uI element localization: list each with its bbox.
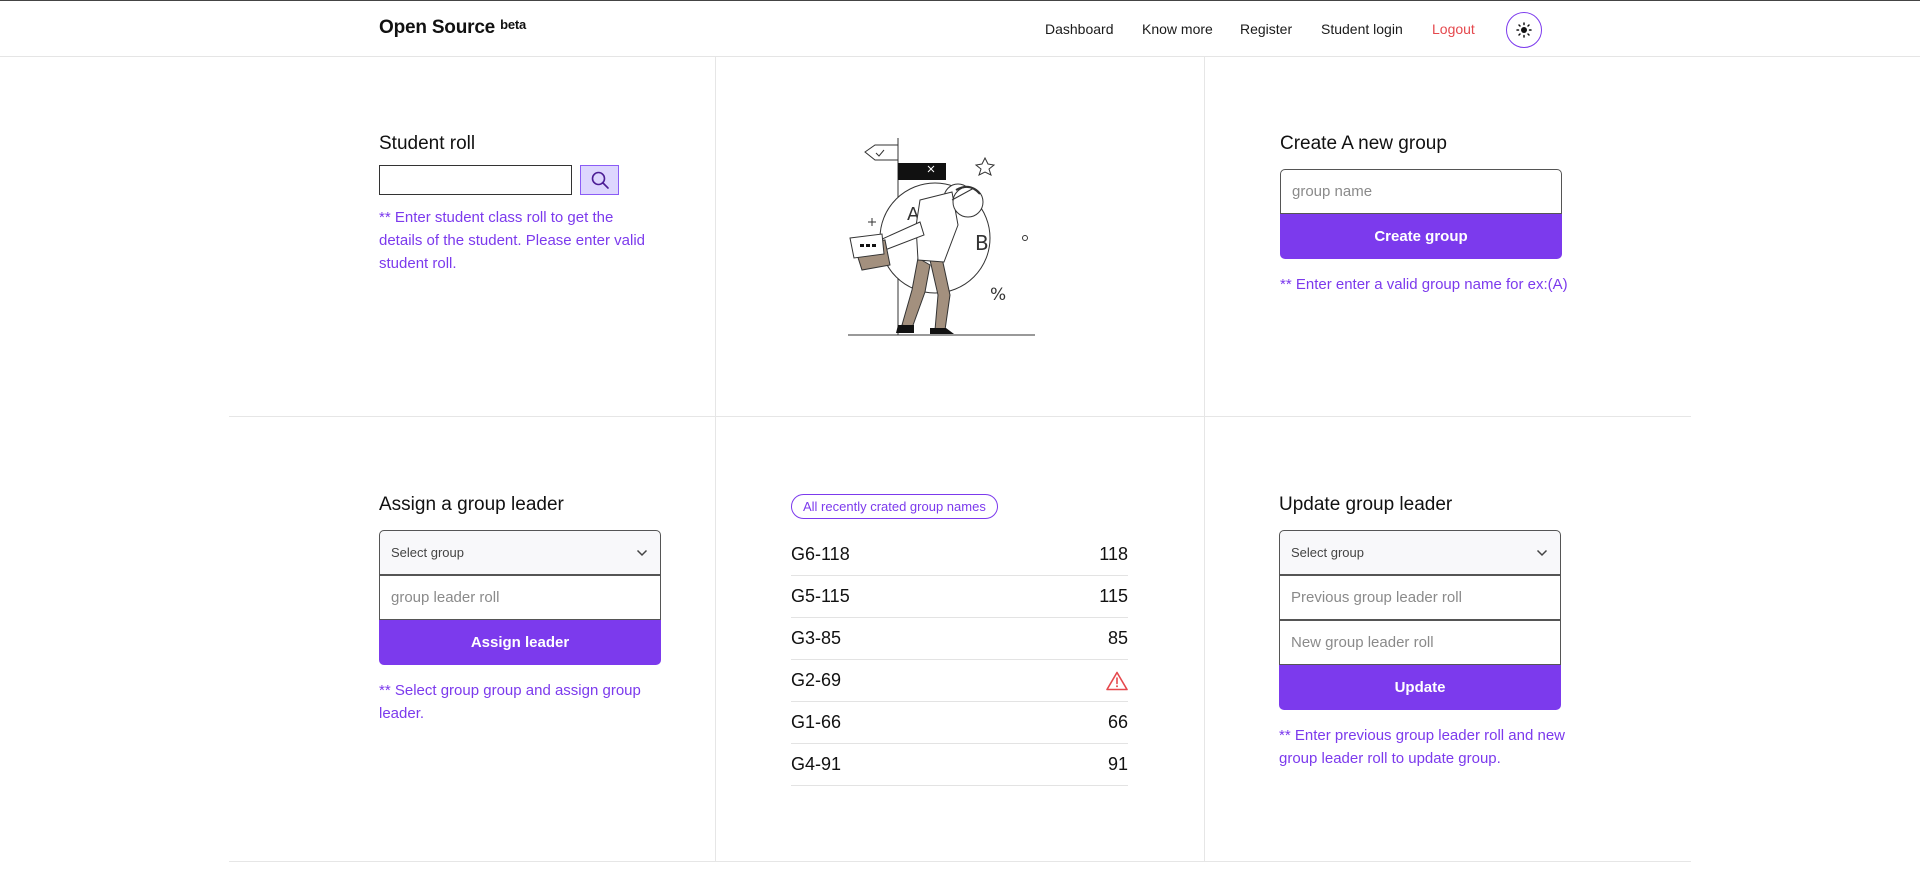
- new-leader-placeholder: New group leader roll: [1291, 634, 1434, 651]
- group-value: 91: [1107, 754, 1128, 774]
- grid-divider: [229, 416, 1691, 417]
- nav-dashboard[interactable]: Dashboard: [1045, 21, 1114, 37]
- search-icon: [591, 171, 609, 189]
- assign-leader-hint: ** Select group group and assign group l…: [379, 682, 641, 722]
- group-row: G2-69: [791, 660, 1128, 702]
- warning-icon: [1106, 671, 1128, 690]
- group-leader-roll-placeholder: group leader roll: [391, 589, 500, 606]
- theme-toggle-button[interactable]: [1506, 12, 1542, 48]
- group-row: G3-85 85: [791, 618, 1128, 660]
- nav-student-login[interactable]: Student login: [1321, 21, 1403, 37]
- group-name: G4-91: [791, 754, 842, 774]
- group-row: G6-118 118: [791, 534, 1128, 576]
- assign-leader-button[interactable]: Assign leader: [379, 620, 661, 665]
- recent-groups-list: G6-118 118 G5-115 115 G3-85 85 G2-69 G1-…: [791, 534, 1128, 786]
- group-name: G2-69: [791, 670, 842, 690]
- top-navbar: Open Source beta Dashboard Know more Reg…: [0, 0, 1920, 57]
- group-name: G3-85: [791, 628, 842, 648]
- group-row: G1-66 66: [791, 702, 1128, 744]
- group-value: 85: [1107, 628, 1128, 648]
- student-roll-title: Student roll: [379, 133, 476, 154]
- person-leaning-illustration: A B %: [848, 138, 1035, 336]
- create-group-button[interactable]: Create group: [1280, 214, 1562, 259]
- previous-leader-roll-input[interactable]: Previous group leader roll: [1279, 575, 1561, 620]
- student-roll-input[interactable]: [379, 165, 572, 195]
- select-group-value: Select group: [1291, 545, 1364, 560]
- group-row: G5-115 115: [791, 576, 1128, 618]
- update-leader-title: Update group leader: [1279, 494, 1453, 515]
- recent-groups-badge: All recently crated group names: [791, 494, 998, 519]
- group-name: G1-66: [791, 712, 842, 732]
- group-name-placeholder: group name: [1292, 183, 1373, 200]
- create-group-title: Create A new group: [1280, 133, 1447, 154]
- previous-leader-placeholder: Previous group leader roll: [1291, 589, 1462, 606]
- create-group-hint: ** Enter enter a valid group name for ex…: [1280, 276, 1568, 293]
- group-name-input[interactable]: group name: [1280, 169, 1562, 214]
- group-name: G6-118: [791, 544, 850, 564]
- group-value: 66: [1107, 712, 1128, 732]
- beta-badge: beta: [500, 17, 527, 32]
- update-button[interactable]: Update: [1279, 665, 1561, 710]
- chevron-down-icon: [1536, 549, 1548, 556]
- assign-leader-title: Assign a group leader: [379, 494, 564, 515]
- brand-name: Open Source: [379, 17, 496, 38]
- update-group-select[interactable]: Select group: [1279, 530, 1561, 575]
- group-status: [1106, 671, 1128, 691]
- nav-logout[interactable]: Logout: [1432, 21, 1475, 37]
- group-value: 118: [1099, 544, 1128, 564]
- grid-divider: [1204, 57, 1205, 862]
- group-leader-roll-input[interactable]: group leader roll: [379, 575, 661, 620]
- grid-divider: [715, 57, 716, 862]
- sun-icon: [1516, 22, 1532, 38]
- nav-know-more[interactable]: Know more: [1142, 21, 1213, 37]
- select-group-value: Select group: [391, 545, 464, 560]
- group-row: G4-91 91: [791, 744, 1128, 786]
- update-leader-hint: ** Enter previous group leader roll and …: [1279, 727, 1566, 767]
- search-button[interactable]: [580, 165, 619, 195]
- grid-divider: [229, 861, 1691, 862]
- chevron-down-icon: [636, 549, 648, 556]
- assign-group-select[interactable]: Select group: [379, 530, 661, 575]
- percent-sign: %: [990, 285, 1006, 305]
- brand-logo[interactable]: Open Source beta: [379, 17, 526, 39]
- letter-b: B: [975, 231, 989, 255]
- group-value: 115: [1099, 586, 1128, 606]
- new-leader-roll-input[interactable]: New group leader roll: [1279, 620, 1561, 665]
- nav-register[interactable]: Register: [1240, 21, 1292, 37]
- student-roll-hint: ** Enter student class roll to get the d…: [379, 209, 646, 272]
- group-name: G5-115: [791, 586, 850, 606]
